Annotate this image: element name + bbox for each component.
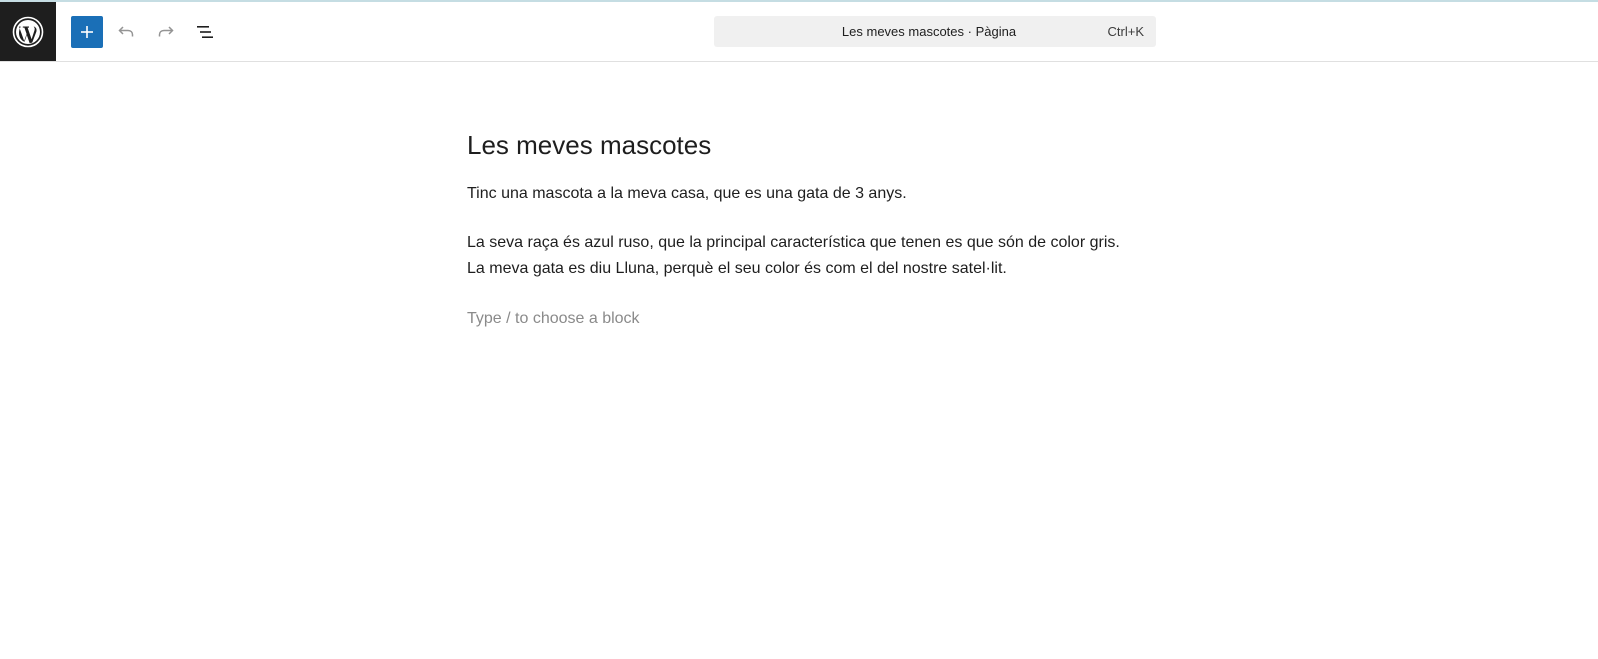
wordpress-logo-icon [12,16,44,47]
command-shortcut-hint: Ctrl+K [1107,24,1144,39]
document-title: Les meves mascotes · Pàgina [841,24,1017,39]
paragraph-block[interactable]: La seva raça és azul ruso, que la princi… [467,230,1120,282]
paragraph-line: La seva raça és azul ruso, que la princi… [467,234,1120,251]
add-block-button[interactable] [71,16,103,48]
paragraph-block[interactable]: Tinc una mascota a la meva casa, que es … [467,181,907,207]
undo-button[interactable] [110,16,142,48]
paragraph-line: La meva gata es diu Lluna, perquè el seu… [467,260,1007,277]
command-palette-bar[interactable]: Les meves mascotes · Pàgina Ctrl+K [714,16,1156,47]
redo-icon [158,26,174,37]
block-placeholder[interactable]: Type / to choose a block [467,306,640,332]
list-view-button[interactable] [189,16,221,48]
editor-header: Les meves mascotes · Pàgina Ctrl+K [0,2,1598,62]
undo-icon [118,26,134,37]
redo-button[interactable] [150,16,182,48]
list-view-icon [197,26,213,38]
page-title[interactable]: Les meves mascotes [467,130,711,161]
plus-icon [81,26,93,38]
wordpress-logo-button[interactable] [0,2,56,61]
